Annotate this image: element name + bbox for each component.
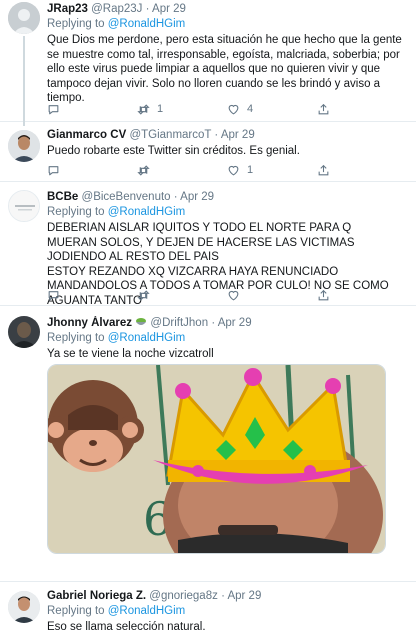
share-icon (318, 164, 329, 175)
tweet-jhonny[interactable]: Jhonny Álvarez @DriftJhon · Apr 29 Reply… (0, 306, 416, 582)
meme-image: 6 T (48, 365, 385, 553)
display-name[interactable]: BCBe (47, 191, 78, 203)
retweet-icon (137, 164, 150, 176)
thread-line (23, 36, 25, 126)
timestamp[interactable]: Apr 29 (152, 3, 186, 15)
tweet-header: Gabriel Noriega Z. @gnoriega8z · Apr 29 (47, 589, 404, 604)
replying-to-label: Replying to (47, 332, 105, 344)
heart-icon (228, 290, 239, 300)
user-handle[interactable]: @BiceBenvenuto (82, 191, 171, 203)
separator-dot: · (173, 191, 178, 203)
display-name[interactable]: Gianmarco CV (47, 129, 126, 141)
mention-link[interactable]: @RonaldHGim (108, 605, 186, 617)
separator-dot: · (214, 129, 219, 141)
tweet-actions (47, 287, 347, 303)
tweet-actions: 1 (47, 162, 347, 178)
retweet-button[interactable] (137, 162, 150, 178)
share-button[interactable] (317, 162, 330, 178)
replying-to: Replying to @RonaldHGim (47, 604, 404, 619)
replying-to-label: Replying to (47, 18, 105, 30)
avatar[interactable] (8, 190, 40, 222)
avatar[interactable] (8, 2, 40, 34)
retweet-button[interactable] (137, 287, 150, 303)
replies-feed: JRap23 @Rap23J · Apr 29 Replying to @Ron… (0, 0, 416, 640)
like-count: 1 (247, 164, 254, 176)
tweet-actions: 1 4 (47, 101, 347, 117)
tweet-bcbe[interactable]: BCBe @BiceBenvenuto · Apr 29 Replying to… (0, 182, 416, 307)
tweet-text: Ya se te viene la noche vizcatroll (47, 348, 214, 360)
tweet-gabriel[interactable]: Gabriel Noriega Z. @gnoriega8z · Apr 29 … (0, 582, 416, 640)
tweet-text: Que Dios me perdone, pero esta situación… (47, 34, 402, 104)
tweet-text: Eso se llama selección natural. (47, 621, 206, 633)
avatar[interactable] (8, 316, 40, 348)
retweet-icon (137, 289, 150, 301)
timestamp[interactable]: Apr 29 (221, 129, 255, 141)
share-icon (318, 289, 329, 300)
replying-to-label: Replying to (47, 605, 105, 617)
display-name[interactable]: Gabriel Noriega Z. (47, 590, 146, 602)
reply-button[interactable] (47, 287, 60, 303)
tweet-header: BCBe @BiceBenvenuto · Apr 29 (47, 190, 404, 205)
user-photo (9, 191, 39, 221)
heart-icon (228, 165, 239, 175)
replying-to: Replying to @RonaldHGim (47, 205, 404, 220)
user-handle[interactable]: @gnoriega8z (149, 590, 218, 602)
share-button[interactable] (317, 287, 330, 303)
default-avatar-icon (8, 2, 40, 34)
reply-button[interactable] (47, 162, 60, 178)
reply-button[interactable] (47, 101, 60, 117)
retweet-button[interactable]: 1 (137, 101, 163, 117)
tweet-header: JRap23 @Rap23J · Apr 29 (47, 2, 404, 17)
reply-icon (48, 165, 59, 175)
user-handle[interactable]: @Rap23J (91, 3, 142, 15)
replying-to: Replying to @RonaldHGim (47, 331, 404, 346)
tweet-text: Puedo robarte este Twitter sin créditos.… (47, 145, 300, 157)
like-button[interactable]: 4 (227, 101, 253, 117)
tweet-header: Jhonny Álvarez @DriftJhon · Apr 29 (47, 316, 404, 331)
retweet-icon (137, 103, 150, 115)
reply-icon (48, 104, 59, 114)
separator-dot: · (145, 3, 150, 15)
reply-icon (48, 290, 59, 300)
crown-sticker (153, 368, 368, 484)
share-button[interactable] (317, 101, 330, 117)
separator-dot: · (211, 317, 216, 329)
tweet-gianmarco[interactable]: Gianmarco CV @TGianmarcoT · Apr 29 Puedo… (0, 122, 416, 182)
tweet-header: Gianmarco CV @TGianmarcoT · Apr 29 (47, 128, 404, 143)
user-photo (8, 316, 40, 348)
mention-link[interactable]: @RonaldHGim (108, 18, 186, 30)
display-name[interactable]: JRap23 (47, 3, 88, 15)
avatar[interactable] (8, 130, 40, 162)
like-count: 4 (247, 103, 254, 115)
user-handle[interactable]: @DriftJhon (150, 317, 208, 329)
heart-icon (228, 104, 239, 114)
retweet-count: 1 (157, 103, 164, 115)
like-button[interactable]: 1 (227, 162, 253, 178)
user-photo (8, 130, 40, 162)
replying-to: Replying to @RonaldHGim (47, 17, 404, 32)
avatar[interactable] (8, 591, 40, 623)
timestamp[interactable]: Apr 29 (180, 191, 214, 203)
user-photo (8, 591, 40, 623)
display-name[interactable]: Jhonny Álvarez (47, 317, 132, 329)
like-button[interactable] (227, 287, 240, 303)
timestamp[interactable]: Apr 29 (218, 317, 252, 329)
share-icon (318, 103, 329, 114)
tweet-jrap23[interactable]: JRap23 @Rap23J · Apr 29 Replying to @Ron… (0, 0, 416, 126)
timestamp[interactable]: Apr 29 (227, 590, 261, 602)
tweet-image[interactable]: 6 T (47, 364, 386, 554)
mention-link[interactable]: @RonaldHGim (108, 332, 186, 344)
salad-bowl-emoji (135, 317, 147, 327)
user-handle[interactable]: @TGianmarcoT (129, 129, 211, 141)
mention-link[interactable]: @RonaldHGim (108, 206, 186, 218)
replying-to-label: Replying to (47, 206, 105, 218)
separator-dot: · (221, 590, 225, 602)
